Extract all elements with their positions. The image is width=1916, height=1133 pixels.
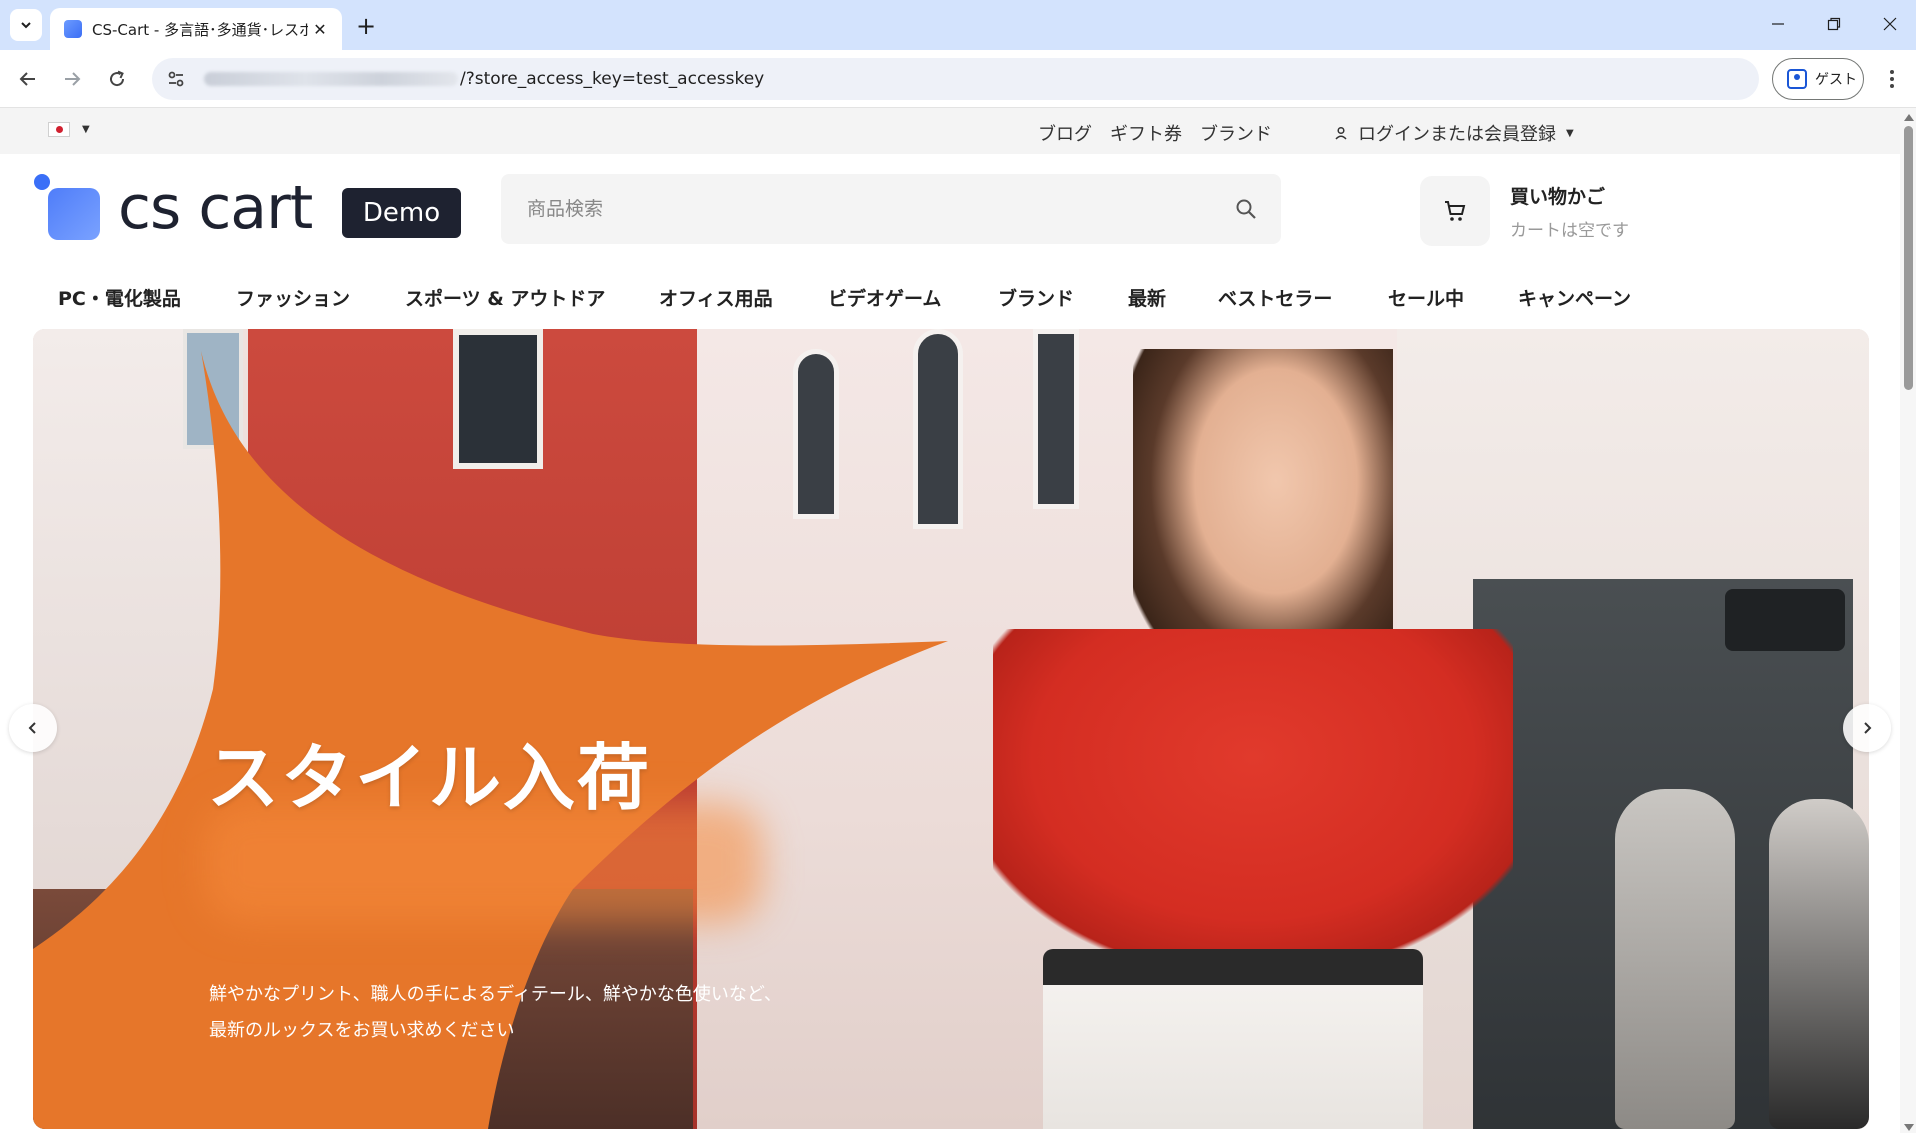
caret-down-icon: ▼ xyxy=(82,124,90,135)
tab-close-icon[interactable]: ✕ xyxy=(308,17,332,41)
hero-desc-line-2: 最新のルックスをお買い求めください xyxy=(209,1020,515,1041)
scrollbar-thumb[interactable] xyxy=(1904,126,1913,390)
slider-prev-button[interactable] xyxy=(9,704,57,752)
logo-square xyxy=(48,188,100,240)
back-button[interactable] xyxy=(10,61,46,97)
browser-tabstrip: CS-Cart - 多言語･多通貨･レスポ ✕ + xyxy=(0,0,1916,50)
restore-icon xyxy=(1827,17,1841,31)
top-link-blog[interactable]: ブログ xyxy=(1038,120,1092,146)
menu-item-brands[interactable]: ブランド xyxy=(998,284,1074,311)
minimize-button[interactable] xyxy=(1750,0,1806,48)
profile-label: ゲスト xyxy=(1815,72,1857,88)
arrow-left-icon xyxy=(19,72,35,86)
cart-button[interactable] xyxy=(1420,176,1490,246)
model-red-top xyxy=(993,629,1513,949)
site-info-button[interactable] xyxy=(158,61,194,97)
login-register-link[interactable]: ログインまたは会員登録 ▼ xyxy=(1334,120,1574,146)
tab-title: CS-Cart - 多言語･多通貨･レスポ xyxy=(92,20,308,39)
hero-description: 鮮やかなプリント、職人の手によるディテール、鮮やかな色使いなど、 最新のルックス… xyxy=(209,977,782,1049)
japan-flag-icon xyxy=(48,122,70,137)
main-menu: PC・電化製品 ファッション スポーツ & アウトドア オフィス用品 ビデオゲー… xyxy=(0,280,1900,320)
menu-item-sports-outdoor[interactable]: スポーツ & アウトドア xyxy=(405,284,605,311)
shopping-cart-icon xyxy=(1445,201,1466,221)
store-header: cs cart Demo 買い物かご カートは空です xyxy=(0,154,1900,264)
chevron-down-icon xyxy=(21,22,31,29)
new-tab-button[interactable]: + xyxy=(350,10,382,42)
demo-badge: Demo xyxy=(342,188,461,238)
cs-cart-favicon-icon xyxy=(64,20,82,38)
menu-item-newest[interactable]: 最新 xyxy=(1128,284,1166,311)
login-label: ログインまたは会員登録 xyxy=(1358,124,1556,145)
menu-item-electronics[interactable]: PC・電化製品 xyxy=(58,284,181,311)
language-selector[interactable]: ▼ xyxy=(48,122,90,137)
logo-dot xyxy=(34,174,50,190)
browser-tab-active[interactable]: CS-Cart - 多言語･多通貨･レスポ ✕ xyxy=(50,8,342,50)
forward-button[interactable] xyxy=(54,61,90,97)
hero-banner[interactable]: スタイル入荷 鮮やかなプリント、職人の手によるディテール、鮮やかな色使いなど、 … xyxy=(33,329,1869,1129)
search-box xyxy=(501,174,1281,244)
browser-toolbar: /?store_access_key=test_accesskey ゲスト xyxy=(0,50,1916,108)
slider-next-button[interactable] xyxy=(1843,704,1891,752)
menu-item-bestsellers[interactable]: ベストセラー xyxy=(1218,284,1332,311)
cart-status: カートは空です xyxy=(1510,221,1629,241)
url-host-redacted xyxy=(204,72,458,86)
cart-title[interactable]: 買い物かご xyxy=(1510,182,1605,209)
top-link-gift-cards[interactable]: ギフト券 xyxy=(1110,120,1182,146)
profile-button[interactable]: ゲスト xyxy=(1772,58,1864,100)
store-logo[interactable] xyxy=(32,174,110,244)
arrow-right-icon xyxy=(65,72,81,86)
hero-desc-line-1: 鮮やかなプリント、職人の手によるディテール、鮮やかな色使いなど、 xyxy=(209,984,782,1005)
tune-icon xyxy=(168,71,184,87)
logo-wordmark[interactable]: cs cart xyxy=(118,176,313,240)
search-input[interactable] xyxy=(527,198,1207,220)
model-white-pants xyxy=(1043,949,1423,1129)
close-window-button[interactable] xyxy=(1862,0,1916,48)
hero-title: スタイル入荷 xyxy=(207,736,652,820)
tab-search-button[interactable] xyxy=(10,9,42,41)
scroll-up-icon[interactable] xyxy=(1904,114,1914,121)
chevron-left-icon xyxy=(28,722,36,734)
more-vert-icon xyxy=(1890,70,1894,88)
reload-button[interactable] xyxy=(99,61,135,97)
scroll-down-icon[interactable] xyxy=(1904,1124,1914,1131)
restore-button[interactable] xyxy=(1806,0,1862,48)
menu-item-on-sale[interactable]: セール中 xyxy=(1388,284,1464,311)
search-icon[interactable] xyxy=(1235,198,1257,220)
reload-icon xyxy=(110,70,125,87)
page-viewport: ▼ ブログ ギフト券 ブランド ログインまたは会員登録 ▼ cs cart De… xyxy=(0,108,1916,1133)
address-bar[interactable]: /?store_access_key=test_accesskey xyxy=(152,58,1759,100)
person-icon xyxy=(1787,69,1807,89)
caret-down-icon: ▼ xyxy=(1566,127,1574,139)
menu-item-video-games[interactable]: ビデオゲーム xyxy=(828,284,941,311)
menu-item-office[interactable]: オフィス用品 xyxy=(659,284,773,311)
chevron-right-icon xyxy=(1864,722,1872,734)
menu-item-campaigns[interactable]: キャンペーン xyxy=(1518,284,1631,311)
url-text: /?store_access_key=test_accesskey xyxy=(460,69,765,89)
top-link-brands[interactable]: ブランド xyxy=(1200,120,1272,146)
menu-item-fashion[interactable]: ファッション xyxy=(236,284,350,311)
browser-menu-button[interactable] xyxy=(1878,64,1906,94)
user-icon xyxy=(1335,126,1347,140)
top-utility-bar: ▼ ブログ ギフト券 ブランド ログインまたは会員登録 ▼ xyxy=(0,108,1900,154)
minimize-icon xyxy=(1772,23,1784,25)
close-icon xyxy=(1883,17,1897,31)
